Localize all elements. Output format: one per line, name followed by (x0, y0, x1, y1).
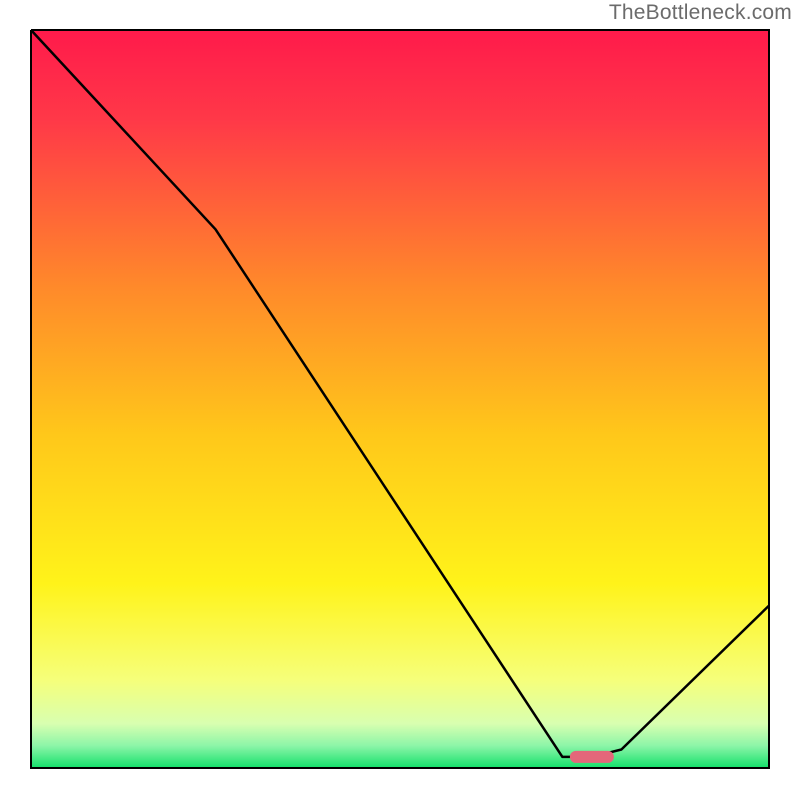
plot-background (31, 30, 769, 768)
bottleneck-chart (0, 0, 800, 800)
watermark: TheBottleneck.com (609, 1, 792, 25)
optimal-marker (570, 751, 614, 763)
